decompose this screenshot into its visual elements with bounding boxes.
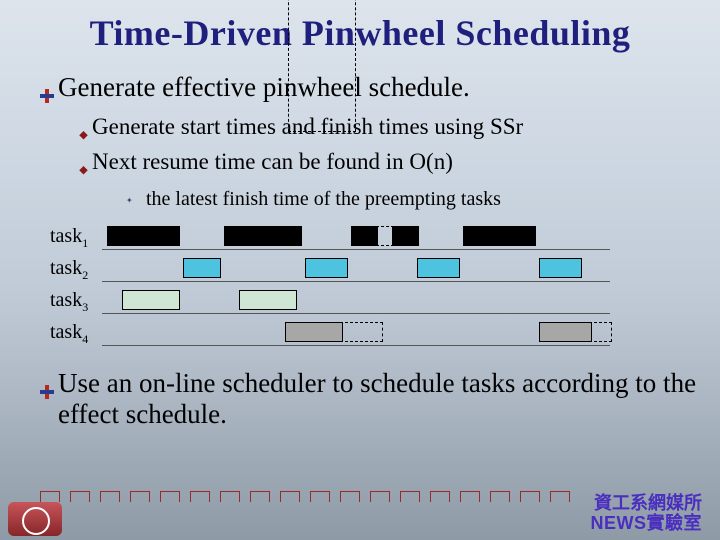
battlement-decoration xyxy=(40,490,580,502)
task-row-2: task2 xyxy=(50,254,610,286)
diamond-icon xyxy=(78,153,92,182)
task-row-1: task1 xyxy=(50,222,610,254)
dash-icon: ✦ xyxy=(126,196,146,206)
plus-icon xyxy=(40,375,58,406)
annotation-box xyxy=(288,0,356,132)
row-label-1: task1 xyxy=(50,225,102,251)
plus-icon xyxy=(40,79,58,110)
bullet-1: Generate effective pinwheel schedule. xyxy=(58,72,470,103)
schedule-chart: task1 task2 task3 task4 xyxy=(50,222,610,350)
row-label-2: task2 xyxy=(50,257,102,283)
lab-logo-icon xyxy=(8,502,62,536)
task-row-4: task4 xyxy=(50,318,610,350)
footer-line-1: 資工系網媒所 xyxy=(591,494,703,514)
footer-line-2: NEWS實驗室 xyxy=(591,514,703,534)
bullet-2: Use an on-line scheduler to schedule tas… xyxy=(58,368,720,430)
bullet-1-2-1: the latest finish time of the preempting… xyxy=(146,187,501,213)
row-label-4: task4 xyxy=(50,321,102,347)
page-title: Time-Driven Pinwheel Scheduling xyxy=(0,0,720,54)
bullet-1-2: Next resume time can be found in O(n) xyxy=(92,147,453,176)
task-row-3: task3 xyxy=(50,286,610,318)
diamond-icon xyxy=(78,118,92,147)
slide-content: Generate effective pinwheel schedule. Ge… xyxy=(0,54,720,212)
footer-lab: 資工系網媒所 NEWS實驗室 xyxy=(591,494,703,534)
row-label-3: task3 xyxy=(50,289,102,315)
